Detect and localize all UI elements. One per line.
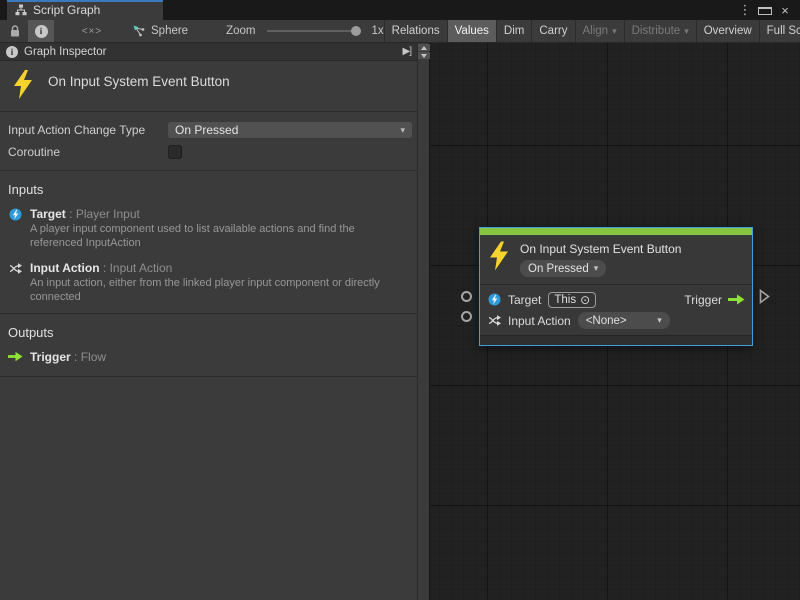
event-node-accent-bar bbox=[480, 228, 752, 235]
overview-button[interactable]: Overview bbox=[696, 20, 759, 42]
scroll-up-button[interactable] bbox=[418, 44, 430, 51]
zoom-label: Zoom bbox=[226, 25, 255, 37]
graph-canvas[interactable]: On Input System Event Button On Pressed … bbox=[430, 43, 800, 600]
lock-button[interactable] bbox=[2, 20, 28, 42]
align-button[interactable]: Align▾ bbox=[575, 20, 624, 42]
event-node-ports: Target This ⊙ Trigger bbox=[480, 284, 752, 335]
selected-unit-header: On Input System Event Button bbox=[0, 61, 417, 112]
input-port-target: Target : Player Input bbox=[0, 206, 417, 221]
chevron-down-icon: ▾ bbox=[594, 263, 599, 274]
graph-inspector-panel: i Graph Inspector ▶] On Input System Eve… bbox=[0, 43, 418, 600]
tab-title: Script Graph bbox=[33, 3, 100, 17]
scroll-spinner bbox=[418, 44, 430, 60]
info-icon: i bbox=[35, 25, 48, 38]
script-graph-window: Script Graph ⋮ × i <×> bbox=[0, 0, 800, 600]
zoom-control: Zoom 1x bbox=[218, 20, 384, 42]
inspector-toggle-button[interactable]: i bbox=[28, 20, 54, 42]
trigger-port-label: Trigger bbox=[684, 293, 722, 307]
event-mode-dropdown[interactable]: On Pressed ▾ bbox=[520, 260, 606, 277]
tab-script-graph[interactable]: Script Graph bbox=[7, 0, 163, 20]
change-type-dropdown[interactable]: On Pressed ▾ bbox=[168, 122, 412, 138]
close-icon[interactable]: × bbox=[778, 3, 792, 18]
maximize-icon[interactable] bbox=[758, 3, 772, 18]
code-icon: <×> bbox=[82, 26, 103, 37]
inspector-scrollbar[interactable] bbox=[418, 43, 430, 600]
input-action-icon bbox=[8, 262, 23, 275]
trigger-output-port[interactable] bbox=[759, 289, 770, 304]
coroutine-label: Coroutine bbox=[8, 145, 168, 159]
input-port-target-description: A player input component used to list av… bbox=[30, 222, 402, 251]
input-action-dropdown[interactable]: <None> ▾ bbox=[578, 312, 670, 329]
script-graph-icon bbox=[15, 4, 27, 16]
object-picker-icon[interactable]: ⊙ bbox=[580, 294, 590, 306]
active-tab-indicator bbox=[7, 0, 163, 2]
carry-button[interactable]: Carry bbox=[531, 20, 574, 42]
triangle-up-icon bbox=[421, 46, 427, 50]
event-node-title: On Input System Event Button bbox=[520, 242, 681, 256]
event-node-header[interactable]: On Input System Event Button On Pressed … bbox=[480, 235, 752, 284]
tab-bar: Script Graph ⋮ × bbox=[0, 0, 800, 20]
event-bolt-icon bbox=[12, 70, 34, 99]
graph-toolbar: i <×> Sphere Zoom 1x Relations Values Di bbox=[0, 20, 800, 43]
lock-icon bbox=[9, 25, 21, 38]
triangle-down-icon bbox=[421, 54, 427, 58]
info-icon: i bbox=[6, 46, 18, 58]
graph-inspector-header: i Graph Inspector ▶] bbox=[0, 43, 417, 61]
chevron-down-icon: ▾ bbox=[612, 26, 617, 37]
chevron-down-icon: ▾ bbox=[400, 125, 405, 136]
event-bolt-icon bbox=[488, 241, 510, 271]
graph-inspector-title: Graph Inspector bbox=[24, 46, 106, 58]
window-controls: ⋮ × bbox=[738, 0, 800, 20]
target-port-row: Target This ⊙ Trigger bbox=[487, 289, 745, 310]
input-port-action: Input Action : Input Action bbox=[0, 260, 417, 275]
section-divider bbox=[0, 376, 417, 377]
relations-button[interactable]: Relations bbox=[384, 20, 447, 42]
scroll-down-button[interactable] bbox=[418, 52, 430, 59]
input-action-icon bbox=[487, 314, 501, 327]
coroutine-field: Coroutine bbox=[8, 142, 414, 162]
graph-owner-label: Sphere bbox=[151, 25, 188, 37]
chevron-down-icon: ▾ bbox=[657, 315, 662, 326]
inputs-header: Inputs bbox=[0, 171, 417, 206]
code-preview-button[interactable]: <×> bbox=[74, 20, 110, 42]
change-type-field: Input Action Change Type On Pressed ▾ bbox=[8, 120, 414, 140]
outputs-header: Outputs bbox=[0, 314, 417, 349]
toolbar-right-buttons: Relations Values Dim Carry Align▾ Distri… bbox=[384, 20, 800, 42]
input-port-action-description: An input action, either from the linked … bbox=[30, 276, 402, 305]
zoom-value: 1x bbox=[372, 25, 384, 37]
action-input-port[interactable] bbox=[461, 311, 472, 322]
change-type-label: Input Action Change Type bbox=[8, 123, 168, 137]
dock-panel-icon[interactable]: ▶] bbox=[403, 46, 411, 57]
menu-icon[interactable]: ⋮ bbox=[738, 2, 752, 18]
full-screen-button[interactable]: Full Screen bbox=[759, 20, 800, 42]
flow-arrow-icon bbox=[8, 351, 23, 362]
graph-asset-icon bbox=[132, 24, 146, 38]
unit-settings: Input Action Change Type On Pressed ▾ Co… bbox=[0, 112, 417, 171]
target-object-field[interactable]: This ⊙ bbox=[548, 292, 596, 308]
zoom-slider[interactable] bbox=[267, 30, 359, 32]
action-port-row: Input Action <None> ▾ bbox=[487, 310, 745, 331]
output-port-trigger: Trigger : Flow bbox=[0, 349, 417, 364]
event-node[interactable]: On Input System Event Button On Pressed … bbox=[479, 227, 753, 346]
selected-unit-title: On Input System Event Button bbox=[48, 74, 230, 99]
action-port-label: Input Action bbox=[508, 314, 571, 328]
chevron-down-icon: ▾ bbox=[684, 26, 689, 37]
player-input-icon bbox=[8, 208, 23, 221]
graph-owner[interactable]: Sphere bbox=[124, 20, 196, 42]
flow-arrow-icon bbox=[727, 294, 745, 305]
outputs-section: Outputs Trigger : Flow bbox=[0, 313, 417, 377]
inputs-section: Inputs Target : Player Input A player in… bbox=[0, 171, 417, 304]
dim-button[interactable]: Dim bbox=[496, 20, 531, 42]
coroutine-checkbox[interactable] bbox=[168, 145, 182, 159]
event-node-footer bbox=[480, 335, 752, 345]
target-port-label: Target bbox=[508, 293, 541, 307]
values-button[interactable]: Values bbox=[447, 20, 496, 42]
player-input-icon bbox=[487, 293, 501, 306]
distribute-button[interactable]: Distribute▾ bbox=[624, 20, 696, 42]
target-input-port[interactable] bbox=[461, 291, 472, 302]
zoom-slider-handle[interactable] bbox=[351, 26, 361, 36]
